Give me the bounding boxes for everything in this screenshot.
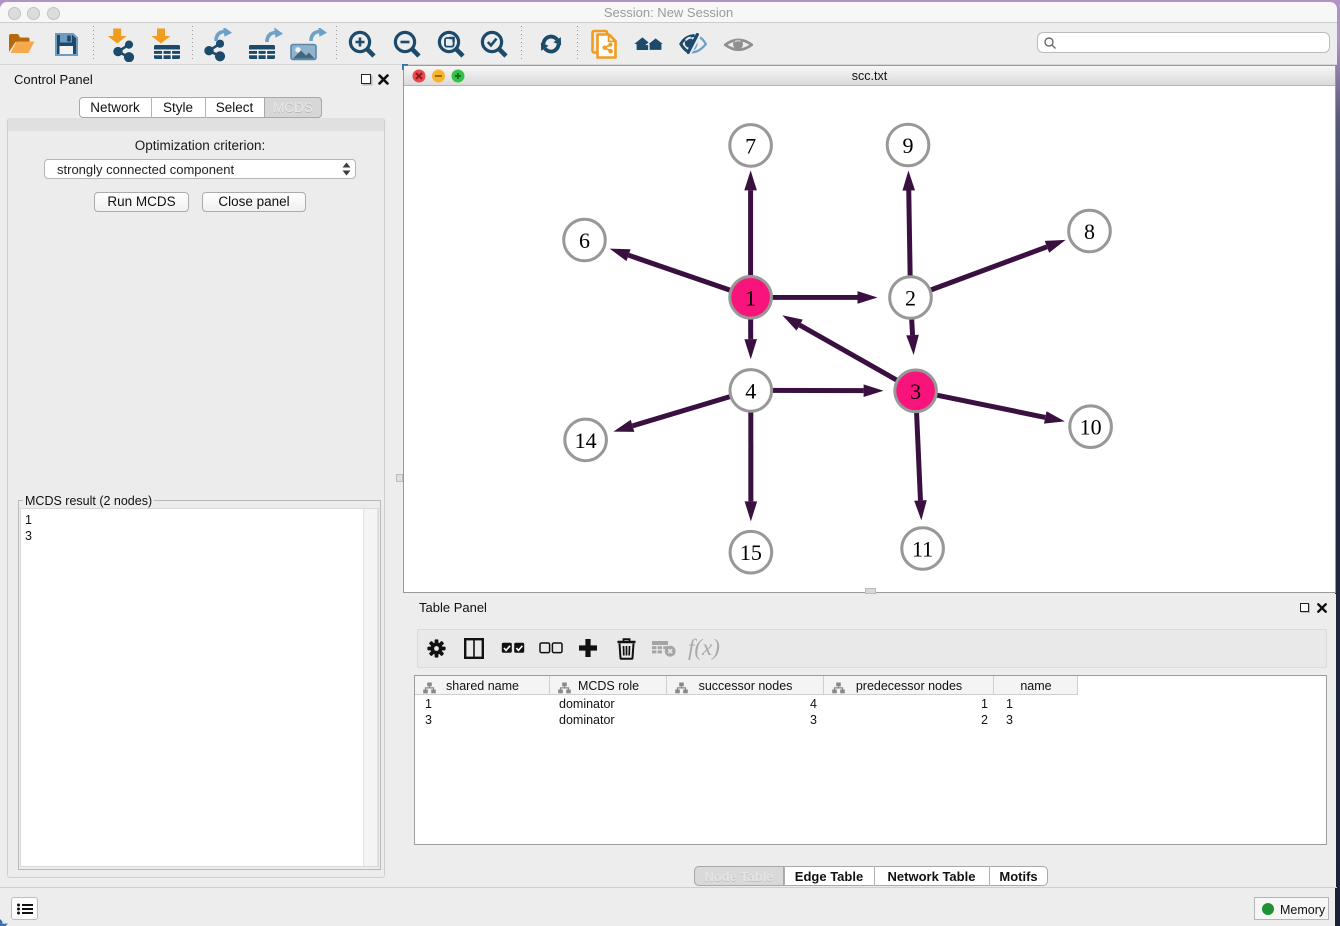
svg-text:10: 10 (1080, 415, 1102, 440)
svg-text:7: 7 (745, 133, 756, 158)
svg-text:9: 9 (903, 133, 914, 158)
svg-text:2: 2 (905, 286, 916, 311)
svg-text:1: 1 (745, 285, 756, 310)
svg-text:15: 15 (740, 540, 762, 565)
svg-text:8: 8 (1084, 219, 1095, 244)
svg-text:14: 14 (575, 428, 597, 453)
svg-text:4: 4 (745, 378, 756, 403)
svg-text:6: 6 (579, 228, 590, 253)
svg-text:11: 11 (912, 537, 933, 562)
svg-text:3: 3 (910, 379, 921, 404)
